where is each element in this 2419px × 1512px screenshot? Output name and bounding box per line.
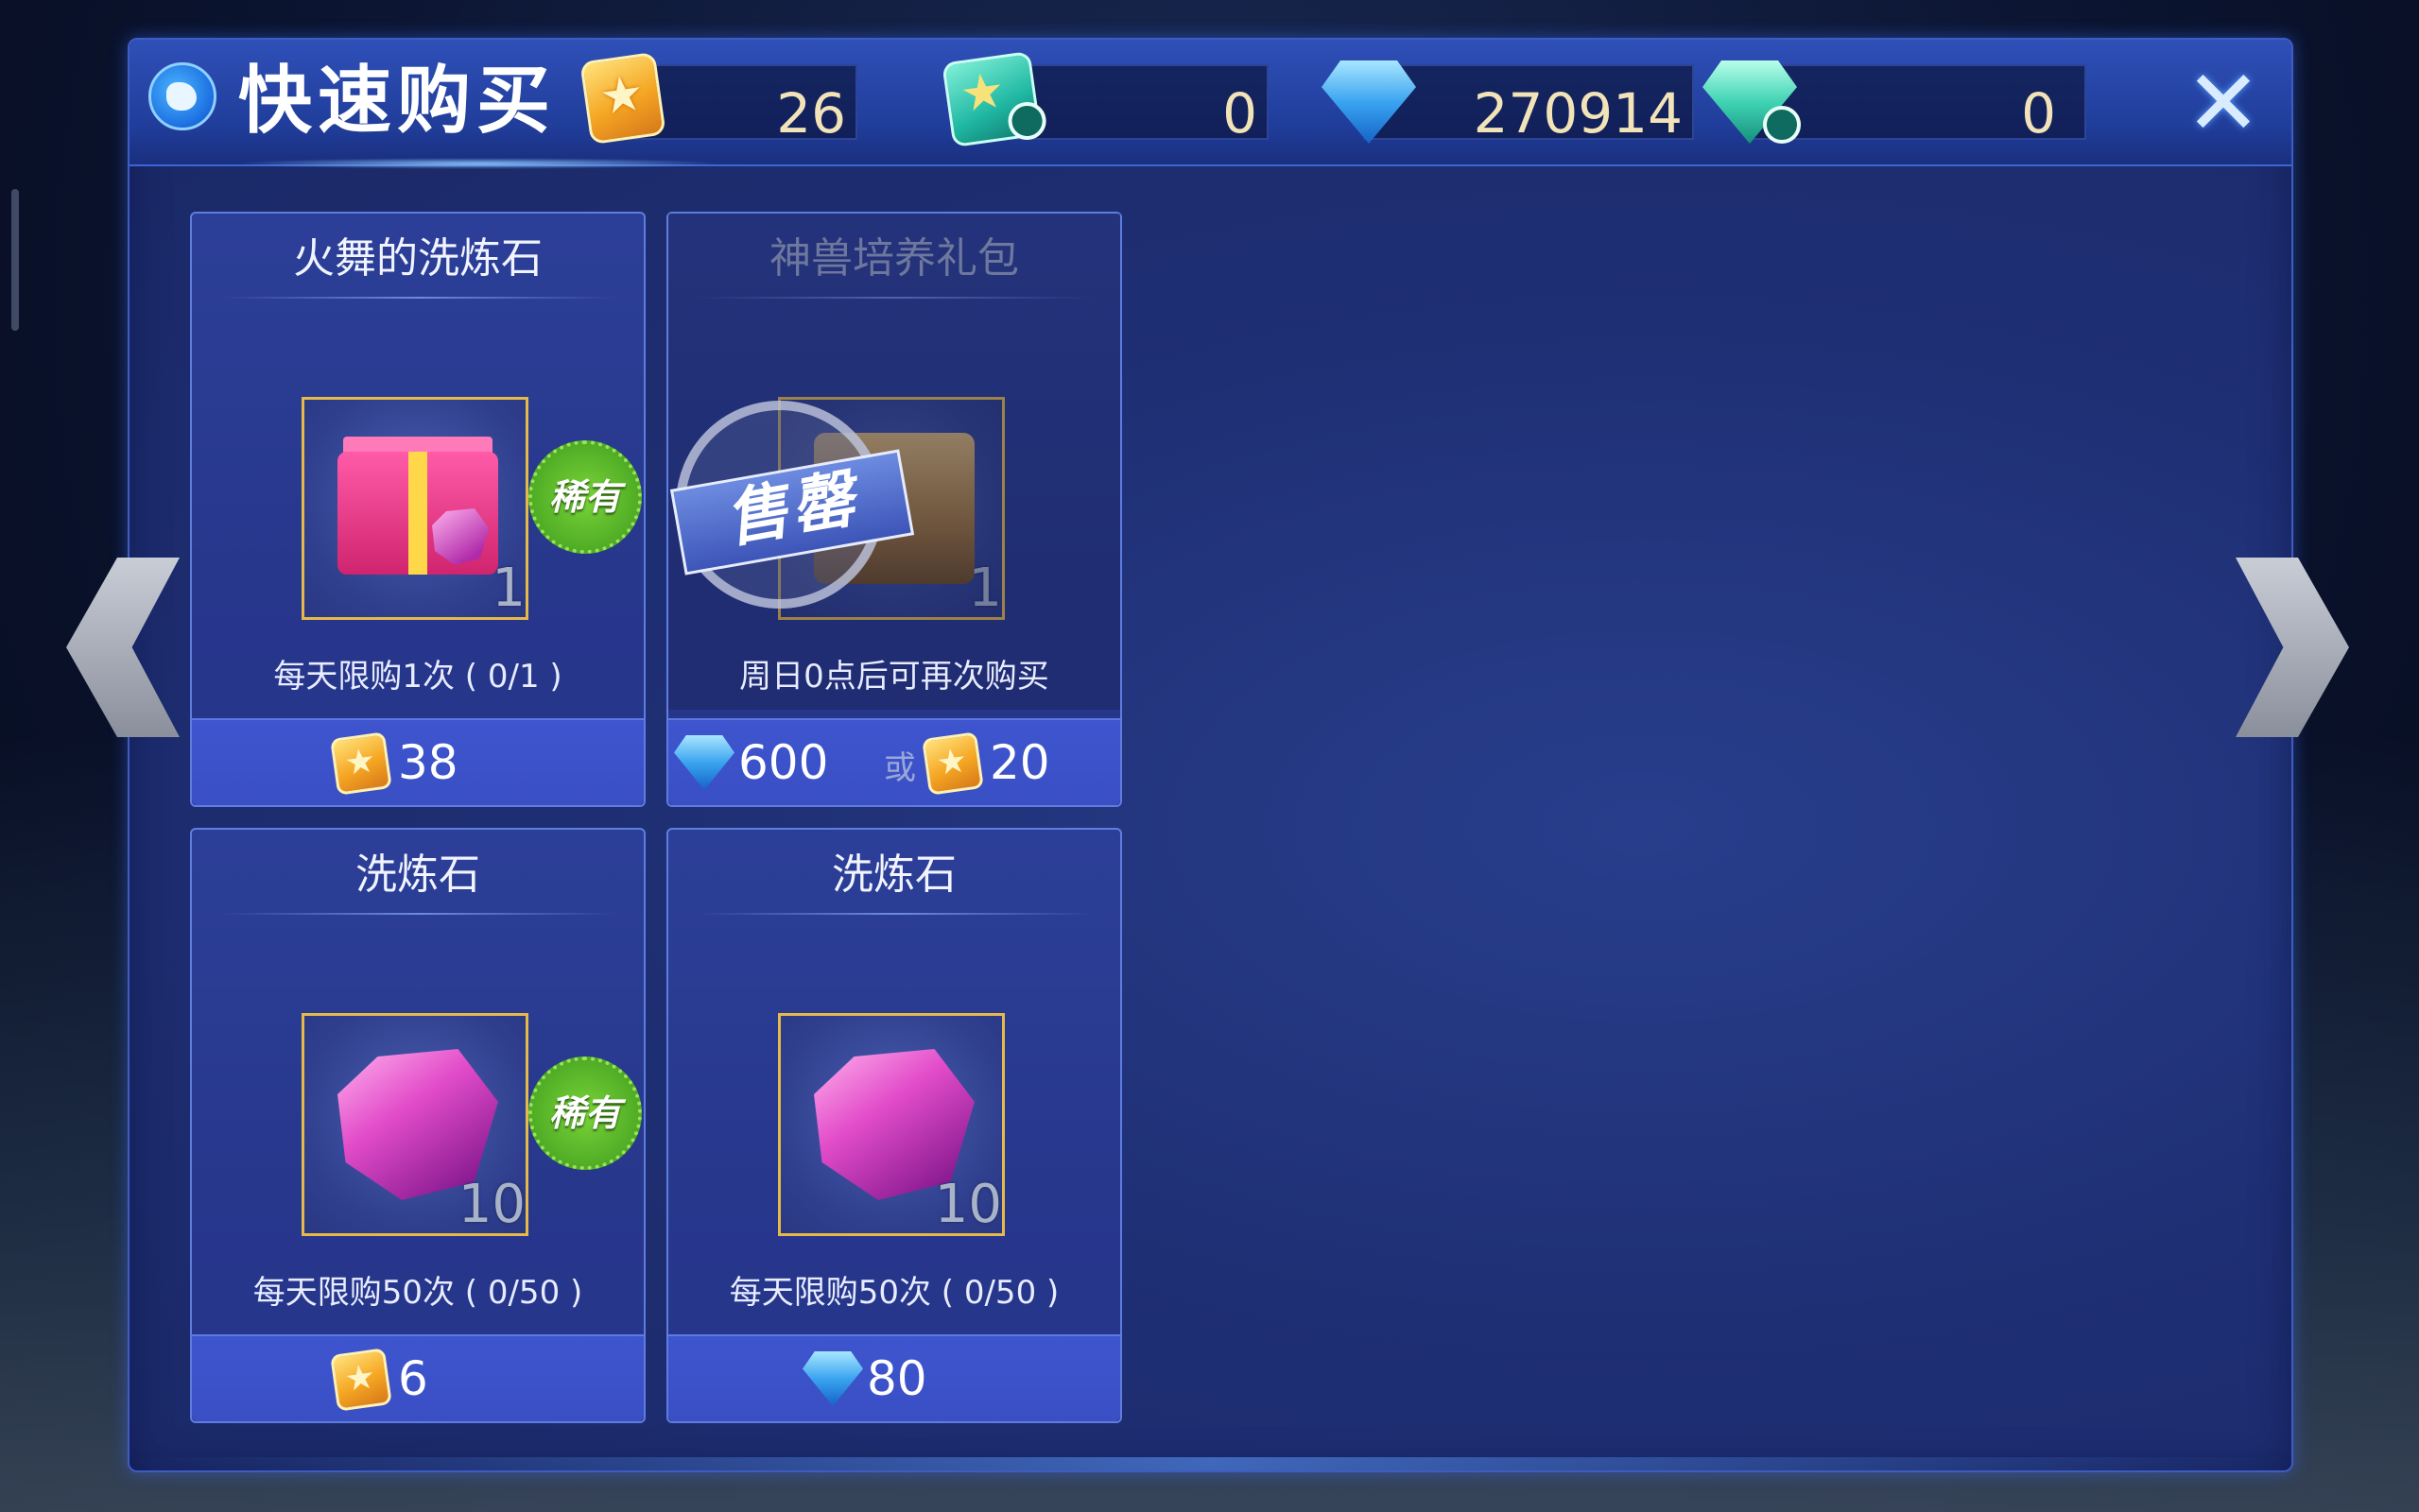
rare-badge: 稀有 (528, 440, 642, 554)
price-value: 20 (990, 735, 1050, 790)
edge-handle (11, 189, 19, 331)
buy-button[interactable]: 600 或 20 (668, 718, 1120, 805)
price-value: 38 (398, 735, 458, 790)
divider (220, 913, 617, 915)
panel-header: 快速购买 26 0 270914 0 (130, 40, 2291, 166)
clock-icon (1763, 106, 1801, 144)
page-title: 快速购买 (238, 59, 557, 144)
currency-diamond-value: 270914 (1473, 81, 1683, 146)
header-glow (233, 158, 725, 169)
item-name: 火舞的洗炼石 (293, 234, 543, 283)
currency-timed-diamond: 0 (1702, 57, 2086, 146)
item-slot[interactable]: 10 (302, 1013, 528, 1236)
buy-button[interactable]: 6 (192, 1334, 644, 1421)
buy-button[interactable]: 80 (668, 1334, 1120, 1421)
buy-button[interactable]: 38 (192, 718, 644, 805)
item-quantity: 10 (934, 1174, 1002, 1235)
soldout-stamp: 售罄 (669, 401, 915, 609)
price-value: 600 (738, 735, 829, 790)
prev-page-arrow[interactable] (66, 558, 180, 737)
shop-item-card[interactable]: 神兽培养礼包 1 售罄 周日0点后可再次购买 600 或 20 (666, 212, 1122, 807)
gold-star-icon (330, 731, 392, 796)
gold-star-icon (922, 731, 984, 796)
shop-logo-icon (148, 62, 216, 130)
diamond-icon (803, 1351, 863, 1406)
chevron-right-icon (2236, 558, 2349, 737)
shop-item-card[interactable]: 洗炼石 10 每天限购50次 ( 0/50 ) 80 (666, 828, 1122, 1423)
item-quantity: 1 (492, 558, 526, 619)
panel-glow (130, 1457, 2291, 1470)
currency-diamond-box: 270914 (1363, 64, 1694, 146)
gold-star-icon (579, 51, 666, 146)
divider (220, 297, 617, 299)
currency-timed-gold: 0 (942, 50, 1287, 148)
currency-gold-value: 26 (776, 81, 846, 146)
close-button[interactable]: ✕ (2181, 58, 2266, 148)
price-value: 6 (398, 1351, 428, 1406)
rare-badge: 稀有 (528, 1057, 642, 1170)
item-slot[interactable]: 1 (302, 397, 528, 620)
timed-gold-star-icon (942, 50, 1049, 148)
shop-item-card[interactable]: 火舞的洗炼石 1 稀有 每天限购1次 ( 0/1 ) 38 (190, 212, 646, 807)
shop-item-card[interactable]: 洗炼石 10 稀有 每天限购50次 ( 0/50 ) 6 (190, 828, 646, 1423)
currency-diamond: 270914 (1322, 57, 1694, 146)
chevron-left-icon (66, 558, 180, 737)
item-name: 洗炼石 (832, 850, 957, 899)
currency-timed-diamond-value: 0 (2021, 81, 2056, 146)
purchase-limit: 每天限购1次 ( 0/1 ) (273, 658, 562, 696)
currency-timed-gold-value: 0 (1222, 81, 1257, 146)
item-name: 洗炼石 (355, 850, 480, 899)
divider (697, 913, 1094, 915)
price-value: 80 (867, 1351, 927, 1406)
purchase-limit: 每天限购50次 ( 0/50 ) (252, 1274, 583, 1312)
restock-note: 周日0点后可再次购买 (739, 658, 1049, 696)
purchase-limit: 每天限购50次 ( 0/50 ) (729, 1274, 1060, 1312)
quick-buy-panel: 快速购买 26 0 270914 0 (128, 38, 2293, 1472)
item-quantity: 10 (458, 1174, 526, 1235)
gold-star-icon (330, 1348, 392, 1412)
next-page-arrow[interactable] (2236, 558, 2349, 737)
item-slot[interactable]: 10 (778, 1013, 1005, 1236)
or-label: 或 (884, 749, 916, 787)
currency-gold-box: 26 (631, 64, 857, 146)
diamond-icon (674, 735, 734, 790)
currency-gold: 26 (579, 51, 857, 146)
